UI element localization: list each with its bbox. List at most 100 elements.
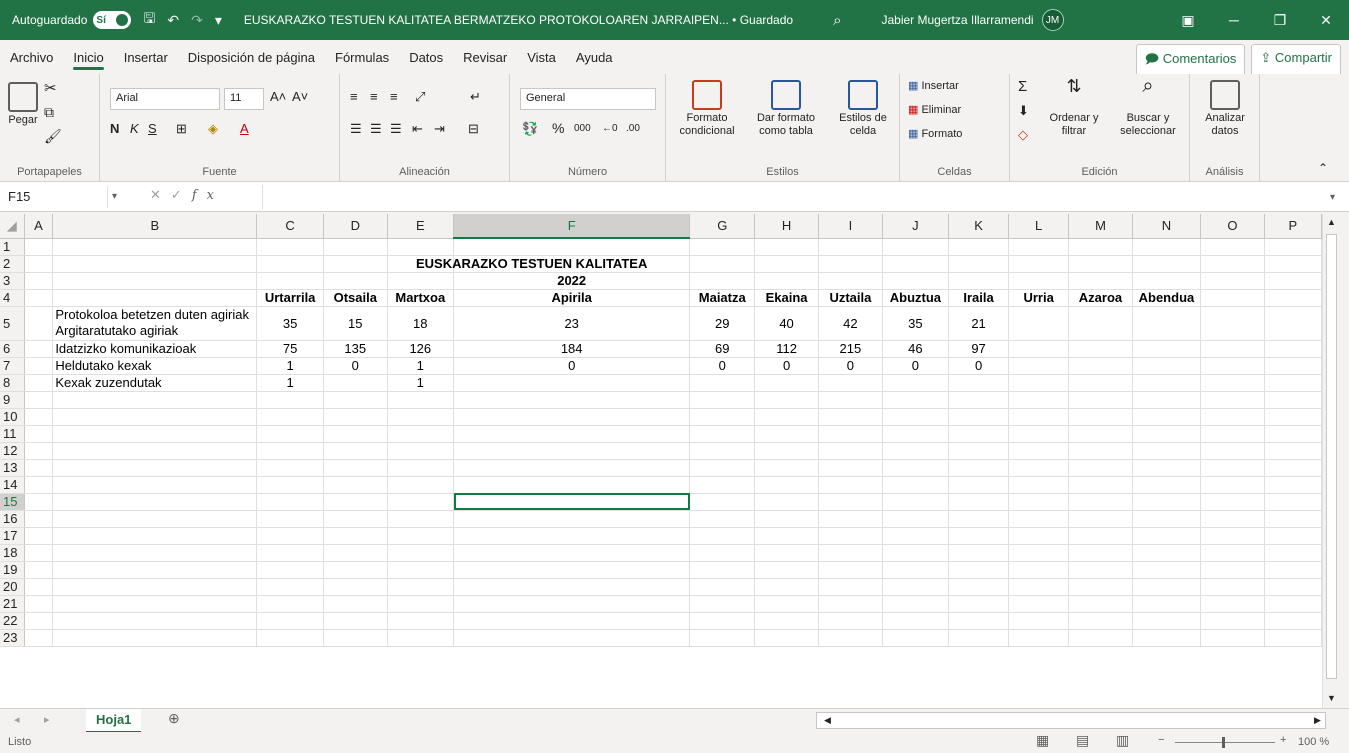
comments-button[interactable]: 🗩 Comentarios — [1135, 44, 1246, 78]
cell-g9[interactable] — [689, 391, 756, 409]
tab-archivo[interactable]: Archivo — [0, 40, 63, 74]
cell-e9[interactable] — [387, 391, 455, 409]
row-header[interactable]: 15 — [0, 493, 25, 511]
cell-e22[interactable] — [387, 612, 455, 630]
cell-b5[interactable]: Protokoloa betetzen duten agiriak Argitar… — [52, 306, 258, 341]
col-header-m[interactable]: M — [1068, 214, 1133, 239]
cell-f21[interactable] — [453, 595, 691, 613]
cell-n3[interactable] — [1132, 272, 1202, 290]
cell-o12[interactable] — [1200, 442, 1265, 460]
tab-vista[interactable]: Vista — [517, 40, 566, 74]
paste-button[interactable]: Pegar — [6, 82, 40, 127]
cell-c21[interactable] — [256, 595, 324, 613]
cell-n19[interactable] — [1132, 561, 1202, 579]
cell-i21[interactable] — [818, 595, 883, 613]
cell-k19[interactable] — [948, 561, 1010, 579]
col-header-e[interactable]: E — [387, 214, 455, 239]
cell-e21[interactable] — [387, 595, 455, 613]
cell-i20[interactable] — [818, 578, 883, 596]
cell-b6[interactable]: Idatzizko komunikazioak — [52, 340, 258, 358]
cell-f20[interactable] — [453, 578, 691, 596]
tab-datos[interactable]: Datos — [399, 40, 453, 74]
cell-p15[interactable] — [1264, 493, 1322, 511]
cell-f11[interactable] — [453, 425, 691, 443]
cell-f3[interactable]: 2022 — [453, 272, 691, 290]
format-cells-button[interactable]: ▦ Formato — [908, 128, 962, 141]
cell-f6[interactable]: 184 — [453, 340, 691, 358]
cell-b16[interactable] — [52, 510, 258, 528]
cell-k21[interactable] — [948, 595, 1010, 613]
cell-j13[interactable] — [882, 459, 950, 477]
cell-i11[interactable] — [818, 425, 883, 443]
cell-d19[interactable] — [323, 561, 388, 579]
cell-f7[interactable]: 0 — [453, 357, 691, 375]
sheet-tab-hoja1[interactable]: Hoja1 — [86, 709, 142, 733]
cell-e11[interactable] — [387, 425, 455, 443]
cell-j1[interactable] — [882, 238, 950, 256]
cell-c9[interactable] — [256, 391, 324, 409]
cell-g15[interactable] — [689, 493, 756, 511]
col-header-f[interactable]: F — [453, 214, 691, 239]
row-header[interactable]: 5 — [0, 306, 25, 341]
bold-icon[interactable]: N — [110, 122, 119, 135]
cell-c1[interactable] — [256, 238, 324, 256]
cell-b3[interactable] — [52, 272, 258, 290]
cell-a9[interactable] — [24, 391, 54, 409]
cell-j10[interactable] — [882, 408, 950, 426]
cell-m19[interactable] — [1068, 561, 1133, 579]
cell-a15[interactable] — [24, 493, 54, 511]
scroll-left-icon[interactable]: ◀ — [824, 714, 831, 727]
delete-cells-button[interactable]: ▦ Eliminar — [908, 104, 961, 117]
cell-a17[interactable] — [24, 527, 54, 545]
cell-g12[interactable] — [689, 442, 756, 460]
cell-h4[interactable]: Ekaina — [754, 289, 819, 307]
cell-m23[interactable] — [1068, 629, 1133, 647]
cell-m20[interactable] — [1068, 578, 1133, 596]
cell-o17[interactable] — [1200, 527, 1265, 545]
cell-e23[interactable] — [387, 629, 455, 647]
cell-b15[interactable] — [52, 493, 258, 511]
cell-e3[interactable] — [387, 272, 455, 290]
cell-n11[interactable] — [1132, 425, 1202, 443]
cell-h10[interactable] — [754, 408, 819, 426]
undo-icon[interactable]: ↶ — [167, 12, 179, 29]
cell-d15[interactable] — [323, 493, 388, 511]
restore-button[interactable]: ❐ — [1257, 0, 1303, 40]
cell-j5[interactable]: 35 — [882, 306, 950, 341]
row-header[interactable]: 16 — [0, 510, 25, 528]
cell-o10[interactable] — [1200, 408, 1265, 426]
cell-j8[interactable] — [882, 374, 950, 392]
cell-d6[interactable]: 135 — [323, 340, 388, 358]
row-header[interactable]: 4 — [0, 289, 25, 307]
zoom-level[interactable]: 100 % — [1298, 736, 1329, 749]
cell-b19[interactable] — [52, 561, 258, 579]
row-header[interactable]: 1 — [0, 238, 25, 256]
cell-c14[interactable] — [256, 476, 324, 494]
cell-g5[interactable]: 29 — [689, 306, 756, 341]
cell-n10[interactable] — [1132, 408, 1202, 426]
format-painter-icon[interactable]: 🖌 — [44, 129, 62, 143]
cell-p1[interactable] — [1264, 238, 1322, 256]
align-right-icon[interactable]: ☰ — [390, 122, 402, 135]
cell-h13[interactable] — [754, 459, 819, 477]
row-header[interactable]: 9 — [0, 391, 25, 409]
cell-o14[interactable] — [1200, 476, 1265, 494]
cell-l4[interactable]: Urria — [1008, 289, 1070, 307]
cell-a7[interactable] — [24, 357, 54, 375]
cell-c22[interactable] — [256, 612, 324, 630]
cell-m11[interactable] — [1068, 425, 1133, 443]
cell-e15[interactable] — [387, 493, 455, 511]
ribbon-display-icon[interactable]: ▣ — [1165, 0, 1211, 40]
col-header-o[interactable]: O — [1200, 214, 1265, 239]
cell-p3[interactable] — [1264, 272, 1322, 290]
align-left-icon[interactable]: ☰ — [350, 122, 362, 135]
cell-i18[interactable] — [818, 544, 883, 562]
cell-f8[interactable] — [453, 374, 691, 392]
cell-o11[interactable] — [1200, 425, 1265, 443]
select-all[interactable]: ◢ — [0, 214, 25, 239]
share-button[interactable]: ⇪ Compartir — [1251, 44, 1341, 78]
cell-h15[interactable] — [754, 493, 819, 511]
cell-j2[interactable] — [882, 255, 950, 273]
col-header-h[interactable]: H — [754, 214, 819, 239]
row-header[interactable]: 7 — [0, 357, 25, 375]
